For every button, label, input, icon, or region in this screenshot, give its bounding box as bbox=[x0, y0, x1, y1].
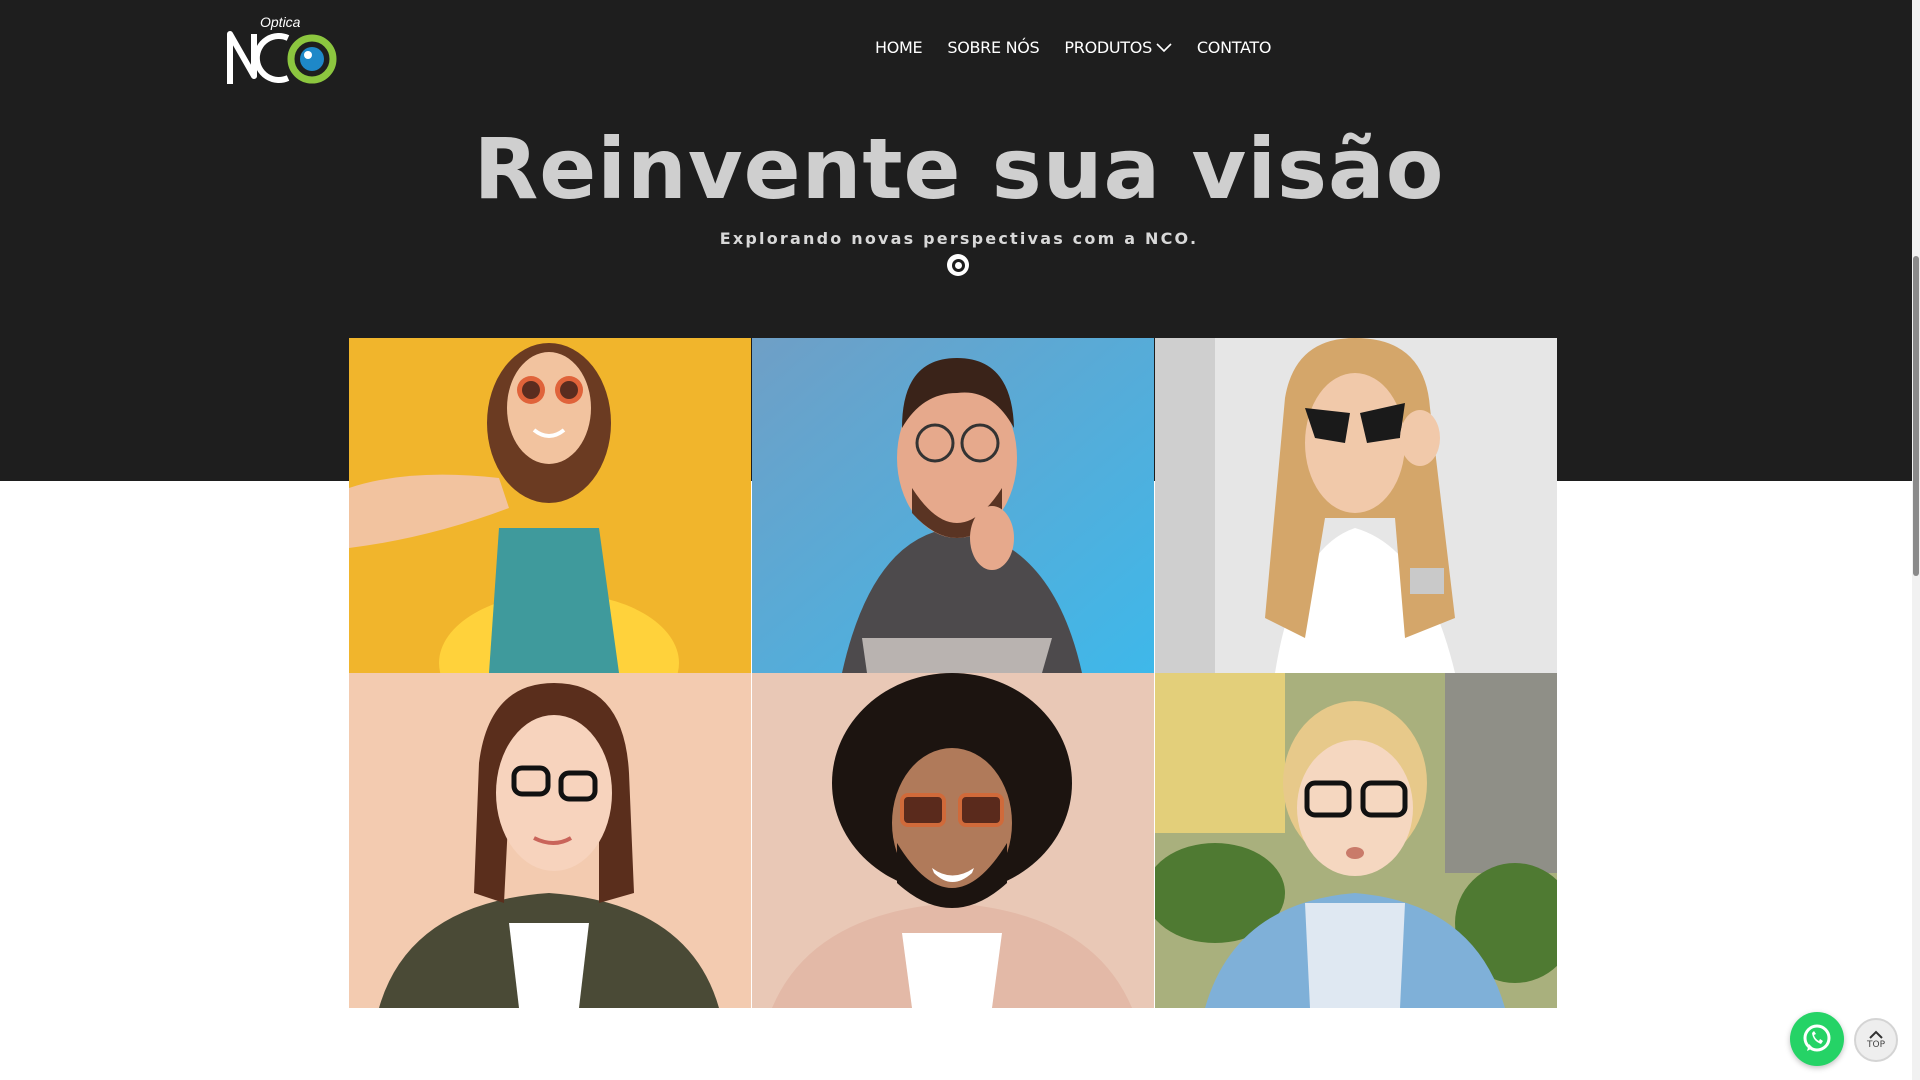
scrollbar-thumb[interactable] bbox=[1913, 256, 1919, 576]
whatsapp-icon bbox=[1803, 1024, 1831, 1052]
scroll-down-icon[interactable] bbox=[947, 254, 969, 276]
whatsapp-button[interactable] bbox=[1790, 1012, 1844, 1066]
nav-produtos-label: PRODUTOS bbox=[1064, 38, 1152, 57]
hero-subtitle: Explorando novas perspectivas com a NCO. bbox=[719, 229, 1199, 248]
page-scrollbar[interactable] bbox=[1912, 0, 1920, 1080]
logo[interactable]: Optica bbox=[226, 14, 342, 88]
gallery-photo-boy-glasses bbox=[1155, 673, 1557, 1008]
gallery-photo-woman-sunglasses bbox=[1155, 338, 1557, 673]
back-to-top-button[interactable]: TOP bbox=[1854, 1018, 1898, 1062]
hero-title: Reinvente sua visão bbox=[473, 120, 1445, 218]
nav-produtos[interactable]: PRODUTOS bbox=[1064, 38, 1172, 57]
gallery-photo-man-sunglasses bbox=[752, 673, 1154, 1008]
logo-mark-icon bbox=[227, 31, 337, 84]
gallery-photo-man-glasses bbox=[752, 338, 1154, 673]
gallery-photo-girl-sunglasses bbox=[349, 338, 751, 673]
gallery-photo-woman-glasses bbox=[349, 673, 751, 1008]
page: Optica HOME SOBRE NÓS PRODUTOS CONTATO R… bbox=[0, 0, 1920, 1080]
nav-home[interactable]: HOME bbox=[875, 38, 923, 57]
back-to-top-label: TOP bbox=[1866, 1040, 1885, 1050]
photo-gallery bbox=[349, 338, 1557, 1008]
chevron-up-icon bbox=[1869, 1030, 1883, 1039]
chevron-down-icon bbox=[1156, 42, 1172, 52]
main-nav: HOME SOBRE NÓS PRODUTOS CONTATO bbox=[875, 38, 1271, 57]
nav-sobre-nos[interactable]: SOBRE NÓS bbox=[947, 38, 1039, 57]
nav-contato[interactable]: CONTATO bbox=[1197, 38, 1272, 57]
